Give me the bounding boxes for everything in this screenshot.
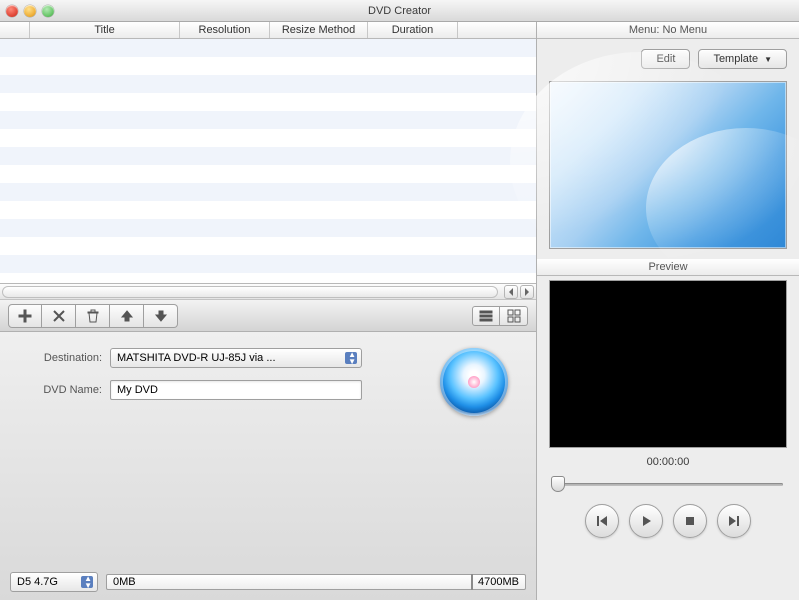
window-titlebar: DVD Creator bbox=[0, 0, 799, 22]
dvdname-label: DVD Name: bbox=[10, 384, 102, 396]
col-spacer bbox=[458, 22, 536, 38]
file-list[interactable] bbox=[0, 39, 536, 283]
col-duration[interactable]: Duration bbox=[368, 22, 458, 38]
burn-button[interactable] bbox=[440, 348, 508, 416]
grid-view-button[interactable] bbox=[500, 306, 528, 326]
col-resolution[interactable]: Resolution bbox=[180, 22, 270, 38]
dvdname-input[interactable] bbox=[110, 380, 362, 400]
add-button[interactable] bbox=[8, 304, 42, 328]
preview-timecode: 00:00:00 bbox=[537, 456, 799, 468]
list-view-button[interactable] bbox=[472, 306, 500, 326]
preview-viewport bbox=[549, 280, 787, 448]
stop-button[interactable] bbox=[673, 504, 707, 538]
horizontal-scrollbar[interactable] bbox=[0, 283, 536, 299]
chevron-down-icon: ▼ bbox=[764, 55, 772, 64]
menu-section-header: Menu: No Menu bbox=[537, 22, 799, 39]
slider-thumb[interactable] bbox=[551, 476, 565, 492]
destination-label: Destination: bbox=[10, 352, 102, 364]
move-up-button[interactable] bbox=[110, 304, 144, 328]
move-down-button[interactable] bbox=[144, 304, 178, 328]
destination-value: MATSHITA DVD-R UJ-85J via ... bbox=[117, 352, 276, 364]
used-size-label: 0MB bbox=[113, 576, 136, 588]
scroll-right-button[interactable] bbox=[520, 285, 534, 299]
play-button[interactable] bbox=[629, 504, 663, 538]
col-indicator[interactable] bbox=[0, 22, 30, 38]
destination-select[interactable]: MATSHITA DVD-R UJ-85J via ... ▲▼ bbox=[110, 348, 362, 368]
capacity-size-label: 4700MB bbox=[478, 576, 519, 588]
disc-type-value: D5 4.7G bbox=[17, 576, 58, 588]
prev-button[interactable] bbox=[585, 504, 619, 538]
preview-seek-slider[interactable] bbox=[553, 476, 783, 492]
col-resize-method[interactable]: Resize Method bbox=[270, 22, 368, 38]
next-button[interactable] bbox=[717, 504, 751, 538]
scroll-left-button[interactable] bbox=[504, 285, 518, 299]
template-menu-button[interactable]: Template ▼ bbox=[698, 49, 787, 69]
window-title: DVD Creator bbox=[0, 5, 799, 17]
column-headers: Title Resolution Resize Method Duration bbox=[0, 22, 536, 39]
menu-thumbnail[interactable] bbox=[549, 81, 787, 249]
remove-button[interactable] bbox=[42, 304, 76, 328]
capacity-meter: 0MB 4700MB bbox=[106, 574, 526, 590]
col-title[interactable]: Title bbox=[30, 22, 180, 38]
disc-type-select[interactable]: D5 4.7G ▲▼ bbox=[10, 572, 98, 592]
delete-button[interactable] bbox=[76, 304, 110, 328]
